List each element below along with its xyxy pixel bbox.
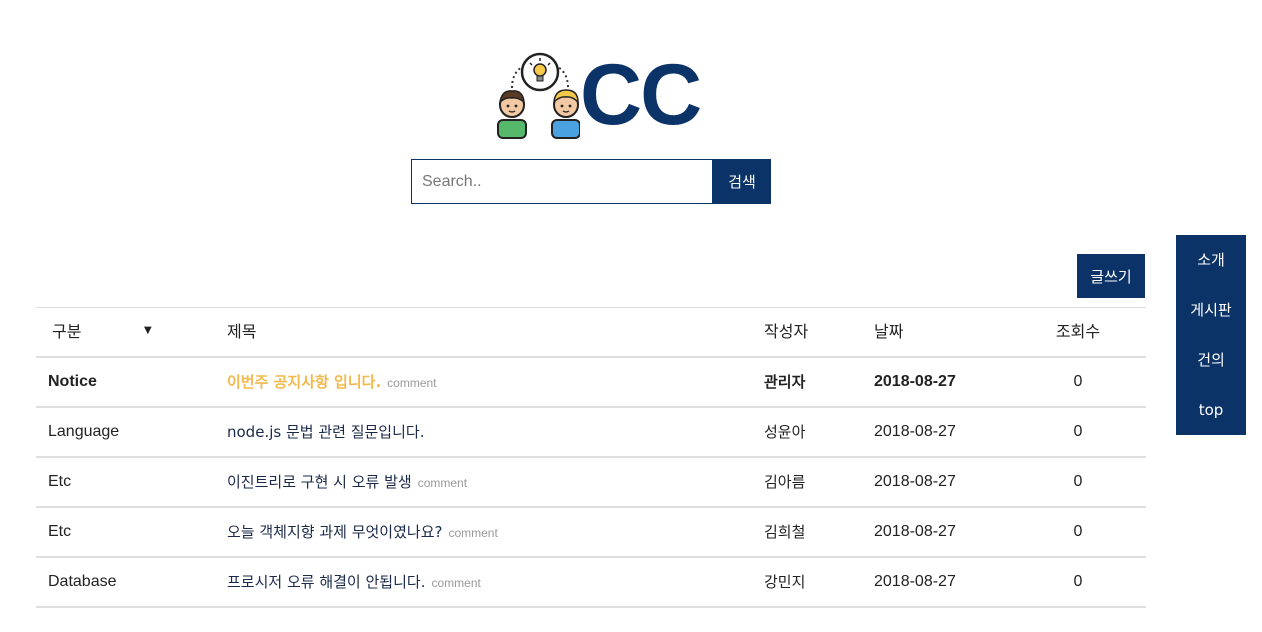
write-post-button[interactable]: 글쓰기: [1077, 254, 1145, 298]
row-author: 관리자: [764, 373, 806, 391]
row-title-cell: node.js 문법 관련 질문입니다.: [227, 408, 424, 456]
comment-label: comment: [431, 576, 481, 590]
row-author: 성윤아: [764, 423, 806, 441]
row-author: 강민지: [764, 573, 806, 591]
row-title-cell: 이번주 공지사항 입니다. comment: [227, 358, 437, 406]
row-date: 2018-08-27: [874, 473, 956, 490]
row-date: 2018-08-27: [874, 523, 956, 540]
nav-item-top[interactable]: top: [1199, 400, 1224, 420]
post-title-link[interactable]: 이진트리로 구현 시 오류 발생: [227, 473, 412, 491]
comment-label: comment: [417, 476, 468, 490]
post-title-link[interactable]: 오늘 객체지향 과제 무엇이였나요?: [227, 523, 442, 541]
nav-item-board[interactable]: 게시판: [1190, 300, 1231, 320]
nav-item-suggestion[interactable]: 건의: [1197, 350, 1225, 370]
row-author: 김아름: [764, 473, 806, 491]
header-author: 작성자: [764, 322, 809, 341]
row-date: 2018-08-27: [874, 423, 956, 440]
search-input[interactable]: [411, 159, 713, 204]
table-row[interactable]: Etc 이진트리로 구현 시 오류 발생 comment 김아름 2018-08-…: [36, 458, 1146, 508]
row-date: 2018-08-27: [874, 573, 956, 590]
header-title: 제목: [227, 322, 257, 341]
row-date: 2018-08-27: [874, 373, 956, 390]
row-title-cell: 이진트리로 구현 시 오류 발생 comment: [227, 458, 467, 506]
table-row-notice[interactable]: Notice 이번주 공지사항 입니다. comment 관리자 2018-08-…: [36, 358, 1146, 408]
row-category: Notice: [48, 373, 97, 390]
side-navigation: 소개 게시판 건의 top: [1176, 235, 1246, 435]
row-views: 0: [1073, 423, 1083, 440]
row-title-cell: 오늘 객체지향 과제 무엇이였나요? comment: [227, 508, 498, 556]
comment-label: comment: [387, 376, 437, 390]
search-button[interactable]: 검색: [713, 159, 771, 204]
post-title-link[interactable]: 이번주 공지사항 입니다.: [227, 373, 381, 391]
logo-text: CC: [580, 47, 702, 143]
row-category: Language: [48, 423, 120, 440]
table-row[interactable]: Database 프로시저 오류 해결이 안됩니다. comment 강민지 20…: [36, 558, 1146, 608]
header-date: 날짜: [874, 322, 904, 341]
site-logo[interactable]: CC: [494, 50, 702, 142]
table-row[interactable]: Language node.js 문법 관련 질문입니다. 성윤아 2018-0…: [36, 408, 1146, 458]
post-title-link[interactable]: node.js 문법 관련 질문입니다.: [227, 423, 424, 441]
row-views: 0: [1073, 523, 1083, 540]
comment-label: comment: [448, 526, 498, 540]
header-category: 구분: [52, 322, 82, 341]
row-author: 김희철: [764, 523, 806, 541]
table-header: 구분 ▼ 제목 작성자 날짜 조회수: [36, 308, 1146, 358]
nav-item-about[interactable]: 소개: [1197, 250, 1225, 270]
two-people-lightbulb-icon: [497, 52, 581, 139]
row-title-cell: 프로시저 오류 해결이 안됩니다. comment: [227, 558, 481, 606]
row-views: 0: [1073, 373, 1083, 390]
post-title-link[interactable]: 프로시저 오류 해결이 안됩니다.: [227, 573, 425, 591]
board-table: 구분 ▼ 제목 작성자 날짜 조회수 Notice 이번주 공지사항 입니다. c…: [36, 307, 1146, 608]
category-filter[interactable]: 구분 ▼: [52, 308, 152, 356]
row-views: 0: [1073, 473, 1083, 490]
row-views: 0: [1073, 573, 1083, 590]
search-bar: 검색: [411, 159, 771, 204]
row-category: Etc: [48, 523, 72, 540]
header-views: 조회수: [1055, 322, 1101, 341]
row-category: Database: [48, 573, 117, 590]
caret-down-icon[interactable]: ▼: [144, 308, 152, 354]
row-category: Etc: [48, 473, 72, 490]
table-row[interactable]: Etc 오늘 객체지향 과제 무엇이였나요? comment 김희철 2018-0…: [36, 508, 1146, 558]
